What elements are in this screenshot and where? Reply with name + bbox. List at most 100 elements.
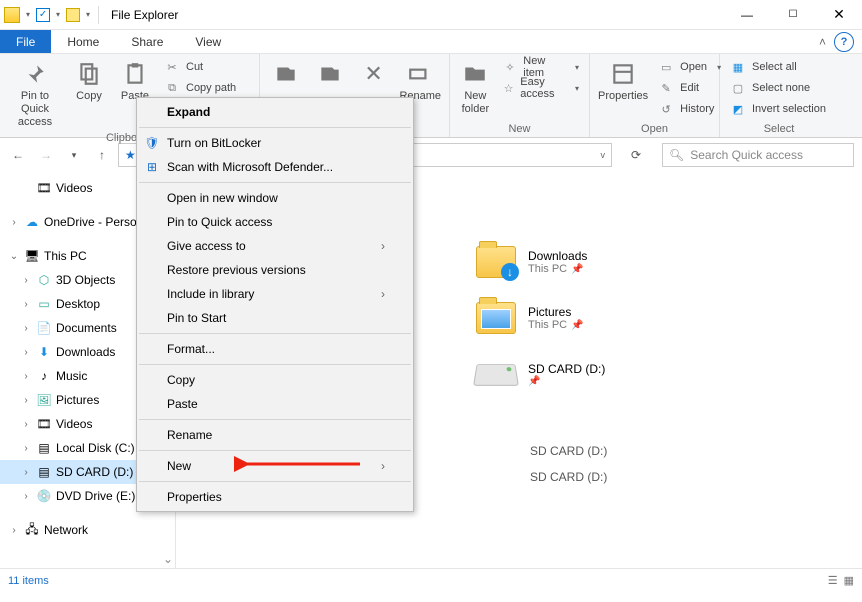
edit-button[interactable]: ✎Edit	[656, 79, 723, 97]
copy-path-icon: ⧉	[164, 80, 180, 96]
easy-access-icon: ☆	[503, 80, 515, 96]
drive-icon	[473, 364, 519, 386]
copy-to-icon	[317, 61, 343, 87]
group-new-label: New	[458, 123, 581, 135]
videos-icon: 🎞	[36, 180, 52, 196]
qat-newfolder-icon[interactable]	[66, 8, 80, 22]
qat-properties-icon[interactable]: ✓	[36, 8, 50, 22]
app-folder-icon	[4, 7, 20, 23]
qat-dropdown-icon[interactable]: ▾	[26, 10, 30, 19]
select-none-button[interactable]: ▢Select none	[728, 79, 828, 97]
drive-icon: ▤	[36, 464, 52, 480]
recent-locations-button[interactable]: ▾	[62, 143, 86, 167]
address-dropdown-icon[interactable]: v	[601, 150, 606, 160]
desktop-icon: ▭	[36, 296, 52, 312]
downloads-icon: ⬇	[36, 344, 52, 360]
cut-button[interactable]: ✂Cut	[162, 58, 238, 76]
disc-icon: 💿	[36, 488, 52, 504]
tab-file[interactable]: File	[0, 30, 51, 53]
submenu-arrow-icon: ›	[381, 239, 385, 253]
menu-include-library[interactable]: Include in library›	[137, 282, 413, 306]
menu-paste[interactable]: Paste	[137, 392, 413, 416]
rename-icon	[407, 61, 433, 87]
easy-access-button[interactable]: ☆Easy access▾	[501, 79, 581, 97]
search-icon: 🔍︎	[669, 148, 684, 162]
pin-icon: 📌	[528, 376, 540, 387]
new-folder-icon	[462, 61, 488, 87]
tile-pictures[interactable]: PicturesThis PC📌	[474, 290, 694, 346]
copy-icon	[76, 61, 102, 87]
menu-open-new-window[interactable]: Open in new window	[137, 186, 413, 210]
menu-defender[interactable]: ⊞Scan with Microsoft Defender...	[137, 155, 413, 179]
menu-restore-versions[interactable]: Restore previous versions	[137, 258, 413, 282]
tab-share[interactable]: Share	[115, 30, 179, 53]
tile-sdcard[interactable]: SD CARD (D:)📌	[474, 346, 694, 402]
new-item-icon: ✧	[503, 59, 518, 75]
open-button[interactable]: ▭Open▾	[656, 58, 723, 76]
folder-icon: ↓	[476, 246, 516, 278]
menu-bitlocker[interactable]: 🛡Turn on BitLocker	[137, 131, 413, 155]
pin-icon	[22, 61, 48, 87]
move-icon	[273, 61, 299, 87]
pin-icon: 📌	[571, 264, 583, 275]
qat-customize-icon[interactable]: ▾	[86, 10, 90, 19]
delete-button[interactable]: ✕	[356, 58, 392, 87]
tab-home[interactable]: Home	[51, 30, 115, 53]
nav-network[interactable]: ›🖧Network	[0, 518, 175, 542]
copy-button[interactable]: Copy	[70, 58, 108, 103]
menu-expand[interactable]: Expand	[137, 100, 413, 124]
cube-icon: ⬡	[36, 272, 52, 288]
shield-icon: 🛡	[143, 134, 161, 152]
new-item-button[interactable]: ✧New item▾	[501, 58, 581, 76]
pin-quick-access-button[interactable]: Pin to Quick access	[8, 58, 62, 130]
menu-copy[interactable]: Copy	[137, 368, 413, 392]
annotation-arrow	[234, 453, 364, 475]
open-icon: ▭	[658, 59, 674, 75]
picture-badge-icon	[481, 309, 511, 329]
nav-scroll-down-icon[interactable]: ⌄	[159, 552, 176, 566]
search-box[interactable]: 🔍︎ Search Quick access	[662, 143, 854, 167]
pictures-icon: 🖼	[36, 392, 52, 408]
back-button[interactable]: ←	[6, 143, 30, 167]
ribbon-collapse-icon[interactable]: ˄	[811, 30, 834, 53]
menu-format[interactable]: Format...	[137, 337, 413, 361]
download-badge-icon: ↓	[501, 263, 519, 281]
copy-path-button[interactable]: ⧉Copy path	[162, 79, 238, 97]
tiles-view-button[interactable]: ▦	[844, 574, 854, 587]
submenu-arrow-icon: ›	[381, 287, 385, 301]
menu-rename[interactable]: Rename	[137, 423, 413, 447]
menu-properties[interactable]: Properties	[137, 485, 413, 509]
details-view-button[interactable]: ☰	[828, 574, 838, 587]
close-button[interactable]: ✕	[816, 0, 862, 30]
forward-button[interactable]: →	[34, 143, 58, 167]
refresh-button[interactable]: ⟳	[622, 143, 650, 167]
invert-selection-button[interactable]: ◩Invert selection	[728, 100, 828, 118]
move-to-button[interactable]	[268, 58, 304, 87]
paste-icon	[122, 61, 148, 87]
quick-access-star-icon: ★	[125, 148, 136, 162]
submenu-arrow-icon: ›	[381, 459, 385, 473]
minimize-button[interactable]: ―	[724, 0, 770, 30]
tab-view[interactable]: View	[179, 30, 237, 53]
drive-icon: ▤	[36, 440, 52, 456]
maximize-button[interactable]: ☐	[770, 0, 816, 30]
properties-button[interactable]: Properties	[598, 58, 648, 103]
qat-dropdown2-icon[interactable]: ▾	[56, 10, 60, 19]
status-item-count: 11 items	[8, 575, 49, 587]
select-all-button[interactable]: ▦Select all	[728, 58, 828, 76]
network-icon: 🖧	[24, 522, 40, 538]
copy-to-button[interactable]	[312, 58, 348, 87]
help-icon[interactable]: ?	[834, 32, 854, 52]
tile-downloads[interactable]: ↓ DownloadsThis PC📌	[474, 234, 694, 290]
menu-pin-start[interactable]: Pin to Start	[137, 306, 413, 330]
window-title: File Explorer	[111, 8, 178, 22]
cloud-icon: ☁	[24, 214, 40, 230]
menu-pin-quick-access[interactable]: Pin to Quick access	[137, 210, 413, 234]
up-button[interactable]: ↑	[90, 143, 114, 167]
invert-icon: ◩	[730, 101, 746, 117]
defender-icon: ⊞	[143, 158, 161, 176]
new-folder-button[interactable]: New folder	[458, 58, 493, 116]
folder-icon	[476, 302, 516, 334]
history-button[interactable]: ↺History	[656, 100, 723, 118]
menu-give-access[interactable]: Give access to›	[137, 234, 413, 258]
